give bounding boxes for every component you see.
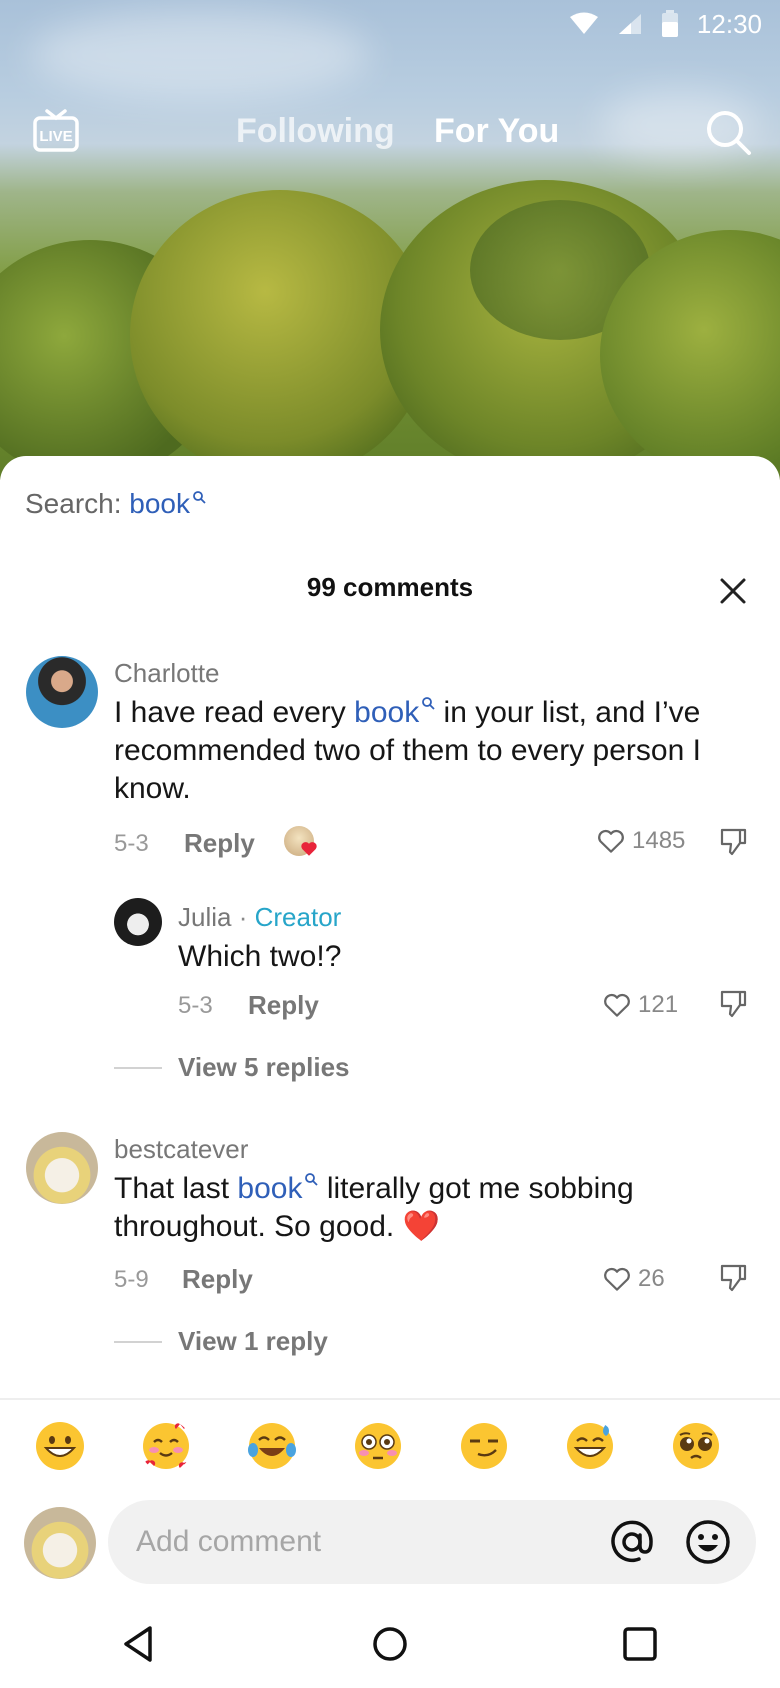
reply-username-row: Julia · Creator — [178, 902, 341, 933]
dislike-icon[interactable] — [718, 988, 748, 1018]
avatar[interactable] — [26, 656, 98, 728]
dislike-icon[interactable] — [718, 826, 748, 856]
system-nav-bar — [0, 1600, 780, 1688]
live-label: LIVE — [39, 128, 72, 145]
comment-date: 5-3 — [114, 830, 149, 857]
comments-count: 99 comments — [306, 572, 474, 602]
wifi-icon — [569, 12, 598, 34]
flushed-emoji-icon[interactable] — [352, 1420, 404, 1472]
avatar[interactable] — [26, 1132, 98, 1204]
live-tv-icon: LIVE — [33, 109, 79, 152]
smiling-hearts-emoji-icon[interactable] — [140, 1420, 192, 1472]
comment-keyword[interactable]: book — [237, 1172, 302, 1205]
like-button[interactable]: 1485 — [596, 826, 685, 856]
video-background — [0, 0, 780, 480]
comments-header: 99 comments — [0, 572, 780, 603]
reply-button[interactable]: Reply — [184, 828, 255, 859]
recents-icon[interactable] — [618, 1622, 662, 1666]
like-button[interactable]: 121 — [602, 990, 678, 1020]
battery-icon — [661, 10, 678, 37]
view-replies-button[interactable]: View 5 replies — [114, 1052, 350, 1083]
divider-line — [114, 1340, 162, 1343]
pleading-emoji-icon[interactable] — [670, 1420, 722, 1472]
close-icon — [720, 578, 746, 604]
reply-button[interactable]: Reply — [182, 1264, 253, 1295]
live-button[interactable]: LIVE — [32, 108, 80, 156]
view-replies-button[interactable]: View 1 reply — [114, 1326, 328, 1357]
creator-badge: Creator — [254, 902, 342, 932]
keyword-search-icon — [422, 697, 435, 710]
view-replies-label: View 5 replies — [178, 1052, 350, 1082]
smirk-emoji-icon[interactable] — [458, 1420, 510, 1472]
comment-date: 5-9 — [114, 1266, 149, 1293]
creator-liked-badge — [284, 826, 320, 860]
signal-icon — [618, 14, 641, 34]
like-count: 121 — [638, 991, 679, 1018]
heart-icon — [301, 842, 317, 856]
comment-keyword[interactable]: book — [354, 696, 419, 729]
comment-text: I have read every book in your list, and… — [114, 694, 754, 808]
comment-text: That last book literally got me sobbing … — [114, 1170, 754, 1246]
keyword-search-icon — [193, 491, 206, 504]
search-suggestion[interactable]: Search: book — [25, 488, 206, 520]
composer-divider — [0, 1398, 780, 1400]
grinning-emoji-icon[interactable] — [34, 1420, 86, 1472]
tab-following[interactable]: Following — [236, 112, 395, 151]
status-time: 12:30 — [696, 8, 762, 39]
tab-for-you[interactable]: For You — [434, 112, 559, 151]
comment-username[interactable]: bestcatever — [114, 1134, 248, 1165]
search-keyword[interactable]: book — [129, 488, 190, 519]
search-icon — [707, 111, 751, 155]
comment-text-before: That last — [114, 1172, 230, 1205]
close-button[interactable] — [718, 576, 748, 606]
heart-outline-icon — [604, 993, 630, 1017]
sweat-smile-emoji-icon[interactable] — [564, 1420, 616, 1472]
mention-icon[interactable] — [608, 1518, 656, 1566]
comment-username[interactable]: Charlotte — [114, 658, 220, 689]
search-button[interactable] — [704, 108, 754, 158]
top-nav: LIVE Following For You — [0, 100, 780, 164]
search-prefix: Search: — [25, 488, 122, 519]
tears-of-joy-emoji-icon[interactable] — [246, 1420, 298, 1472]
comment-text-before: I have read every — [114, 696, 346, 729]
current-user-avatar — [24, 1507, 96, 1579]
divider-line — [114, 1066, 162, 1069]
back-icon[interactable] — [118, 1622, 162, 1666]
view-replies-label: View 1 reply — [178, 1326, 328, 1356]
avatar[interactable] — [114, 898, 162, 946]
username-separator: · — [238, 902, 248, 932]
heart-outline-icon — [604, 1267, 630, 1291]
heart-outline-icon — [598, 829, 624, 853]
emoji-picker-icon[interactable] — [684, 1518, 732, 1566]
keyword-search-icon — [305, 1173, 319, 1186]
like-count: 1485 — [632, 827, 686, 854]
status-bar: 12:30 — [0, 0, 780, 48]
quick-emoji-bar — [0, 1420, 780, 1480]
home-icon[interactable] — [368, 1622, 412, 1666]
comment-text: Which two!? — [178, 940, 342, 973]
comment-username[interactable]: Julia — [178, 902, 231, 932]
add-comment-input[interactable] — [136, 1522, 556, 1562]
like-count: 26 — [638, 1265, 665, 1292]
like-button[interactable]: 26 — [602, 1264, 665, 1294]
comment-composer — [108, 1500, 756, 1584]
dislike-icon[interactable] — [718, 1262, 748, 1292]
comment-date: 5-3 — [178, 992, 213, 1019]
reply-button[interactable]: Reply — [248, 990, 319, 1021]
